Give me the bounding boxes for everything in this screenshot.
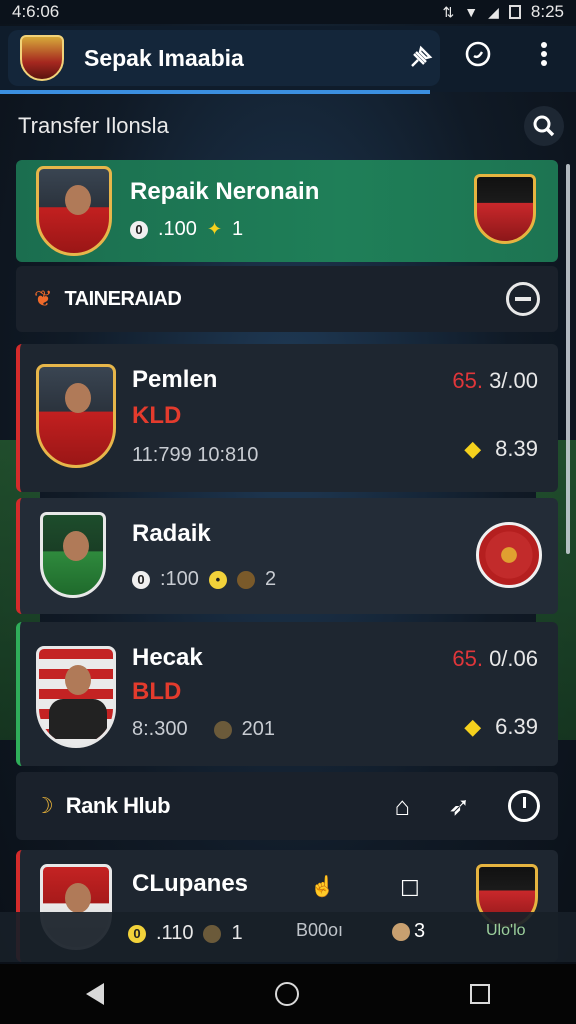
status-bar: 4:6:06 ⇅ ▼ ◢ 8:25 (0, 0, 576, 24)
player-card[interactable]: Pemlen KLD 11:799 10:810 65. 3/.00 ◆ 8.3… (16, 344, 558, 492)
app-logo-crest (20, 35, 64, 81)
coin-icon: 0 (130, 220, 148, 239)
player-avatar (36, 646, 116, 748)
player-card[interactable]: Radaik 0 :100 • 2 (16, 498, 558, 614)
ball-icon (236, 570, 255, 589)
filter-bar[interactable]: ❦ TAINERAIAD (16, 266, 558, 332)
player-name: Hecak (132, 644, 203, 671)
player-name: Radaik (132, 520, 211, 547)
club-badge (476, 522, 542, 588)
app-title-container: Sepak Imaabia (8, 30, 440, 86)
notification-icon: ⇅ (442, 3, 455, 20)
rank-label: Rank Hlub (65, 793, 171, 818)
player-stats: 0 :100 • 2 (132, 568, 276, 591)
featured-player-name: Repaik Neronain (130, 178, 320, 205)
player-name: CLupanes (132, 870, 249, 897)
share-icon[interactable]: ➶ (448, 791, 470, 822)
featured-stat-count: 1 (232, 218, 244, 240)
thumb-icon: ☝ (310, 876, 335, 898)
player-avatar (40, 512, 106, 598)
player-code: BLD (132, 678, 182, 705)
rank-bar[interactable]: ☽ Rank Hlub ⌂ ➶ (16, 772, 558, 840)
package-icon: ☐ (400, 876, 420, 901)
battery-icon (508, 5, 521, 19)
featured-club-badge (474, 174, 536, 244)
bolt-icon: ◆ (464, 714, 482, 739)
coin-icon: 0 (128, 924, 146, 943)
section-title: Transfer Ilonsla (18, 113, 169, 138)
clock-icon[interactable] (508, 790, 540, 822)
ball-icon (213, 720, 232, 739)
featured-player-avatar (36, 166, 112, 256)
player-value: 65. 0/.06 (452, 646, 538, 672)
ball-icon (392, 922, 410, 941)
player-rating: ◆ 6.39 (464, 714, 538, 740)
status-icons: ⇅ ▼ ◢ 8:25 (443, 2, 564, 22)
player-value-rest: 0/.06 (482, 646, 538, 671)
player-rating-value: 8.39 (495, 436, 538, 461)
player-stat-count: 2 (264, 568, 277, 590)
back-icon[interactable] (85, 983, 104, 1005)
emoji-icon: • (208, 570, 227, 589)
wifi-icon: ▼ (464, 4, 479, 20)
bottom-tab-strip: 0 .110 1 ☝ B00oı 3 ☐ Ulo'lo (0, 876, 576, 962)
app-title: Sepak Imaabia (84, 44, 244, 71)
more-vert-icon[interactable] (524, 34, 564, 74)
tab-ball[interactable]: 3 ☐ (392, 876, 426, 943)
player-value-rest: 3/.00 (482, 368, 538, 393)
app-actions (458, 34, 564, 74)
status-time-left: 4:6:06 (12, 2, 60, 21)
bottom-stats: 0 .110 1 (128, 922, 243, 945)
system-nav-bar (0, 964, 576, 1024)
player-stat-value: 8:.300 (132, 718, 188, 740)
player-stats: 11:799 10:810 (132, 444, 259, 466)
tab-thumb[interactable]: ☝ B00oı (296, 876, 344, 941)
section-header: Transfer Ilonsla (18, 104, 564, 148)
player-rating-value: 6.39 (495, 714, 538, 739)
flame-icon: ❦ (34, 286, 53, 311)
scrollbar[interactable] (566, 164, 570, 554)
search-button[interactable] (524, 106, 564, 146)
bottom-stat-count: 1 (231, 922, 243, 944)
tab-club-label[interactable]: Ulo'lo (486, 922, 526, 940)
player-stat-count: 201 (241, 718, 275, 740)
tab-ball-label: 3 (414, 920, 426, 942)
player-name: Pemlen (132, 366, 218, 393)
signal-icon: ◢ (488, 3, 499, 20)
player-value: 65. 3/.00 (452, 368, 538, 394)
tab-thumb-label: B00oı (296, 920, 344, 940)
timer-icon[interactable] (458, 34, 498, 74)
player-code: KLD (132, 402, 182, 429)
app-bar-underline (0, 90, 430, 94)
player-card[interactable]: Hecak BLD 8:.300 201 65. 0/.06 ◆ 6.39 (16, 622, 558, 766)
collapse-icon[interactable] (506, 282, 540, 316)
pin-icon[interactable] (400, 38, 440, 78)
medal-icon: ✦ (206, 219, 223, 239)
bolt-icon: ◆ (464, 436, 482, 461)
featured-player-stats: 0 .100 ✦ 1 (130, 218, 243, 241)
ball-icon (203, 924, 222, 943)
featured-player-card[interactable]: Repaik Neronain 0 .100 ✦ 1 (16, 160, 558, 262)
featured-stat-value: .100 (158, 218, 197, 240)
player-stat-value: :100 (160, 568, 199, 590)
player-stats: 8:.300 201 (132, 718, 275, 741)
search-icon (533, 115, 555, 137)
player-value-highlight: 65. (452, 368, 483, 393)
rank-icon: ☽ (34, 793, 54, 818)
player-avatar (36, 364, 116, 468)
app-bar: Sepak Imaabia (0, 26, 576, 92)
bottom-stat-value: .110 (156, 922, 194, 944)
status-time-right: 8:25 (530, 2, 564, 21)
filter-label: TAINERAIAD (64, 287, 182, 310)
coin-icon: 0 (132, 570, 150, 589)
player-value-highlight: 65. (452, 646, 483, 671)
rank-actions: ⌂ ➶ (394, 790, 540, 822)
home-icon[interactable] (274, 982, 299, 1006)
recents-icon[interactable] (470, 984, 491, 1004)
user-icon[interactable]: ⌂ (394, 791, 410, 822)
player-rating: ◆ 8.39 (464, 436, 538, 462)
